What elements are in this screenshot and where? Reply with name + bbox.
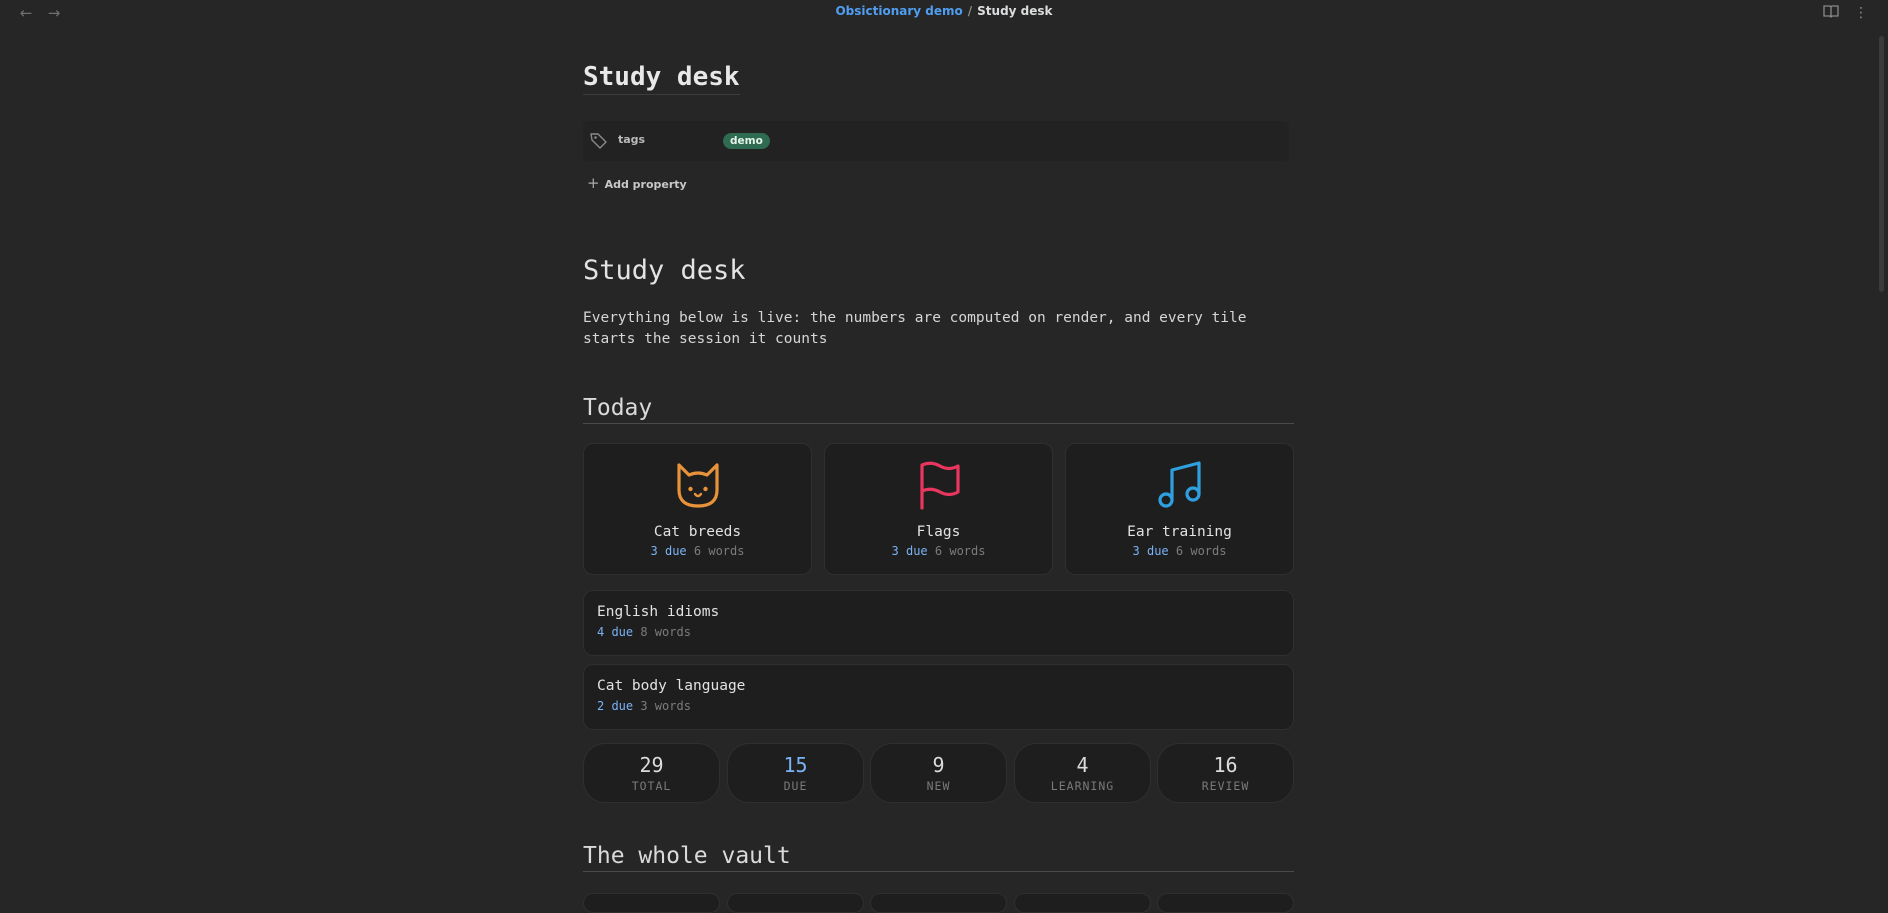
deck-tile-cat-breeds[interactable]: Cat breeds 3 due 6 words	[583, 443, 812, 575]
reading-mode-icon[interactable]	[1822, 4, 1840, 22]
summary-label: TOTAL	[631, 779, 672, 793]
add-property-button[interactable]: + Add property	[587, 174, 687, 192]
breadcrumb: Obsictionary demo / Study desk	[0, 4, 1888, 18]
summary-value: 4	[1076, 753, 1089, 777]
summary-label: REVIEW	[1201, 779, 1250, 793]
deck-row-english-idioms[interactable]: English idioms 4 due 8 words	[583, 590, 1294, 656]
top-bar: ← → Obsictionary demo / Study desk ⋮	[0, 0, 1888, 26]
scrollbar[interactable]	[1879, 36, 1884, 292]
deck-stats: 4 due 8 words	[597, 625, 691, 639]
summary-value: 29	[639, 753, 664, 777]
vault-summary-pill[interactable]	[1014, 893, 1151, 913]
note-title[interactable]: Study desk	[583, 62, 740, 95]
plus-icon: +	[587, 174, 600, 192]
vault-summary-pill[interactable]	[727, 893, 864, 913]
deck-name: Ear training	[1127, 524, 1232, 540]
deck-name: Flags	[916, 524, 961, 540]
summary-label: LEARNING	[1050, 779, 1115, 793]
summary-due[interactable]: 15 DUE	[727, 743, 864, 803]
deck-stats: 3 due 6 words	[650, 544, 745, 558]
deck-name: English idioms	[597, 604, 720, 620]
deck-stats: 2 due 3 words	[597, 699, 691, 713]
intro-paragraph: Everything below is live: the numbers ar…	[583, 310, 1247, 347]
cat-icon	[677, 463, 719, 508]
add-property-label: Add property	[604, 178, 687, 191]
breadcrumb-separator: /	[967, 4, 973, 18]
deck-stats: 3 due 6 words	[891, 544, 986, 558]
deck-name: Cat body language	[597, 678, 746, 694]
vault-summary-pill[interactable]	[1157, 893, 1294, 913]
summary-value: 16	[1213, 753, 1238, 777]
summary-value: 9	[932, 753, 945, 777]
vault-summary-pill[interactable]	[870, 893, 1007, 913]
more-options-icon[interactable]: ⋮	[1852, 4, 1870, 22]
music-note-icon	[1158, 461, 1201, 508]
deck-row-cat-body-language[interactable]: Cat body language 2 due 3 words	[583, 664, 1294, 730]
deck-stats: 3 due 6 words	[1132, 544, 1227, 558]
tag-icon	[589, 131, 609, 151]
deck-tile-flags[interactable]: Flags 3 due 6 words	[824, 443, 1053, 575]
summary-new[interactable]: 9 NEW	[870, 743, 1007, 803]
vault-summary-pill[interactable]	[583, 893, 720, 913]
breadcrumb-vault-link[interactable]: Obsictionary demo	[835, 4, 962, 18]
heading-study-desk: Study desk	[583, 255, 746, 286]
deck-name: Cat breeds	[653, 524, 742, 540]
property-key-tags[interactable]: tags	[618, 133, 645, 146]
summary-learning[interactable]: 4 LEARNING	[1014, 743, 1151, 803]
properties-panel: tags demo	[583, 121, 1289, 161]
deck-tile-ear-training[interactable]: Ear training 3 due 6 words	[1065, 443, 1294, 575]
summary-label: NEW	[926, 779, 951, 793]
summary-review[interactable]: 16 REVIEW	[1157, 743, 1294, 803]
summary-total[interactable]: 29 TOTAL	[583, 743, 720, 803]
heading-today: Today	[583, 395, 1294, 424]
breadcrumb-current-note: Study desk	[977, 4, 1053, 18]
flag-icon	[920, 461, 960, 510]
summary-label: DUE	[783, 779, 808, 793]
tag-pill[interactable]: demo	[723, 133, 770, 149]
summary-value: 15	[783, 753, 808, 777]
heading-whole-vault: The whole vault	[583, 843, 1294, 872]
